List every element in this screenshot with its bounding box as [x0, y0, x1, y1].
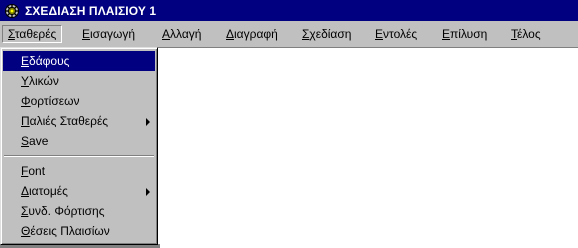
- menu-bar: Σταθερές Εισαγωγή Αλλαγή Διαγραφή Σχεδία…: [0, 21, 578, 48]
- gear-icon[interactable]: [4, 3, 20, 19]
- menu-item-label: Διατομές: [21, 184, 68, 198]
- menu-item-label: Συνδ. Φόρτισης: [21, 204, 105, 218]
- menu-label: Σχεδίαση: [302, 27, 352, 41]
- menu-item-font[interactable]: Font: [3, 161, 155, 181]
- menu-allagi[interactable]: Αλλαγή: [157, 25, 206, 43]
- menu-item-synd-fortisis[interactable]: Συνδ. Φόρτισης: [3, 201, 155, 221]
- submenu-arrow-icon: [146, 188, 150, 196]
- menu-eisagogi[interactable]: Εισαγωγή: [77, 25, 140, 43]
- menu-item-label: Παλιές Σταθερές: [21, 114, 109, 128]
- menu-diagrafi[interactable]: Διαγραφή: [221, 25, 283, 43]
- menu-item-save[interactable]: Save: [3, 131, 155, 151]
- menu-label: Εντολές: [375, 27, 418, 41]
- menu-item-label: Εδάφους: [21, 54, 70, 68]
- menu-label: Εισαγωγή: [82, 27, 136, 41]
- menu-telos[interactable]: Τέλος: [506, 25, 546, 43]
- menu-stathera[interactable]: Σταθερές: [2, 25, 63, 43]
- menu-item-edafous[interactable]: Εδάφους: [3, 51, 155, 71]
- menu-item-ylikon[interactable]: Υλικών: [3, 71, 155, 91]
- menu-item-palies-statheres[interactable]: Παλιές Σταθερές: [3, 111, 155, 131]
- menu-item-label: Θέσεις Πλαισίων: [21, 224, 110, 238]
- menu-entoles[interactable]: Εντολές: [370, 25, 422, 43]
- menu-label: Επίλυση: [442, 27, 488, 41]
- menu-item-label: Font: [21, 164, 46, 178]
- menu-label: Αλλαγή: [162, 27, 202, 41]
- submenu-arrow-icon: [146, 118, 150, 126]
- menu-schediasi[interactable]: Σχεδίαση: [297, 25, 356, 43]
- menu-item-theseis-plaision[interactable]: Θέσεις Πλαισίων: [3, 221, 155, 241]
- title-bar[interactable]: ΣΧΕΔΙΑΣΗ ΠΛΑΙΣΙΟΥ 1: [0, 0, 578, 21]
- application-window: ΣΧΕΔΙΑΣΗ ΠΛΑΙΣΙΟΥ 1 Σταθερές Εισαγωγή Αλ…: [0, 0, 578, 248]
- menu-item-fortiseon[interactable]: Φορτίσεων: [3, 91, 155, 111]
- window-title: ΣΧΕΔΙΑΣΗ ΠΛΑΙΣΙΟΥ 1: [25, 3, 157, 18]
- menu-item-label: Save: [21, 134, 49, 148]
- menu-separator: [4, 155, 154, 157]
- menu-epilysi[interactable]: Επίλυση: [437, 25, 492, 43]
- menu-label: Διαγραφή: [226, 27, 278, 41]
- menu-label: Τέλος: [511, 27, 541, 41]
- menu-item-label: Υλικών: [21, 74, 59, 88]
- menu-item-label: Φορτίσεων: [21, 94, 80, 108]
- menu-label: Σταθερές: [8, 27, 57, 41]
- menu-item-diatomes[interactable]: Διατομές: [3, 181, 155, 201]
- stathera-dropdown-menu: Εδάφους Υλικών Φορτίσεων Παλιές Σταθερές…: [0, 47, 158, 245]
